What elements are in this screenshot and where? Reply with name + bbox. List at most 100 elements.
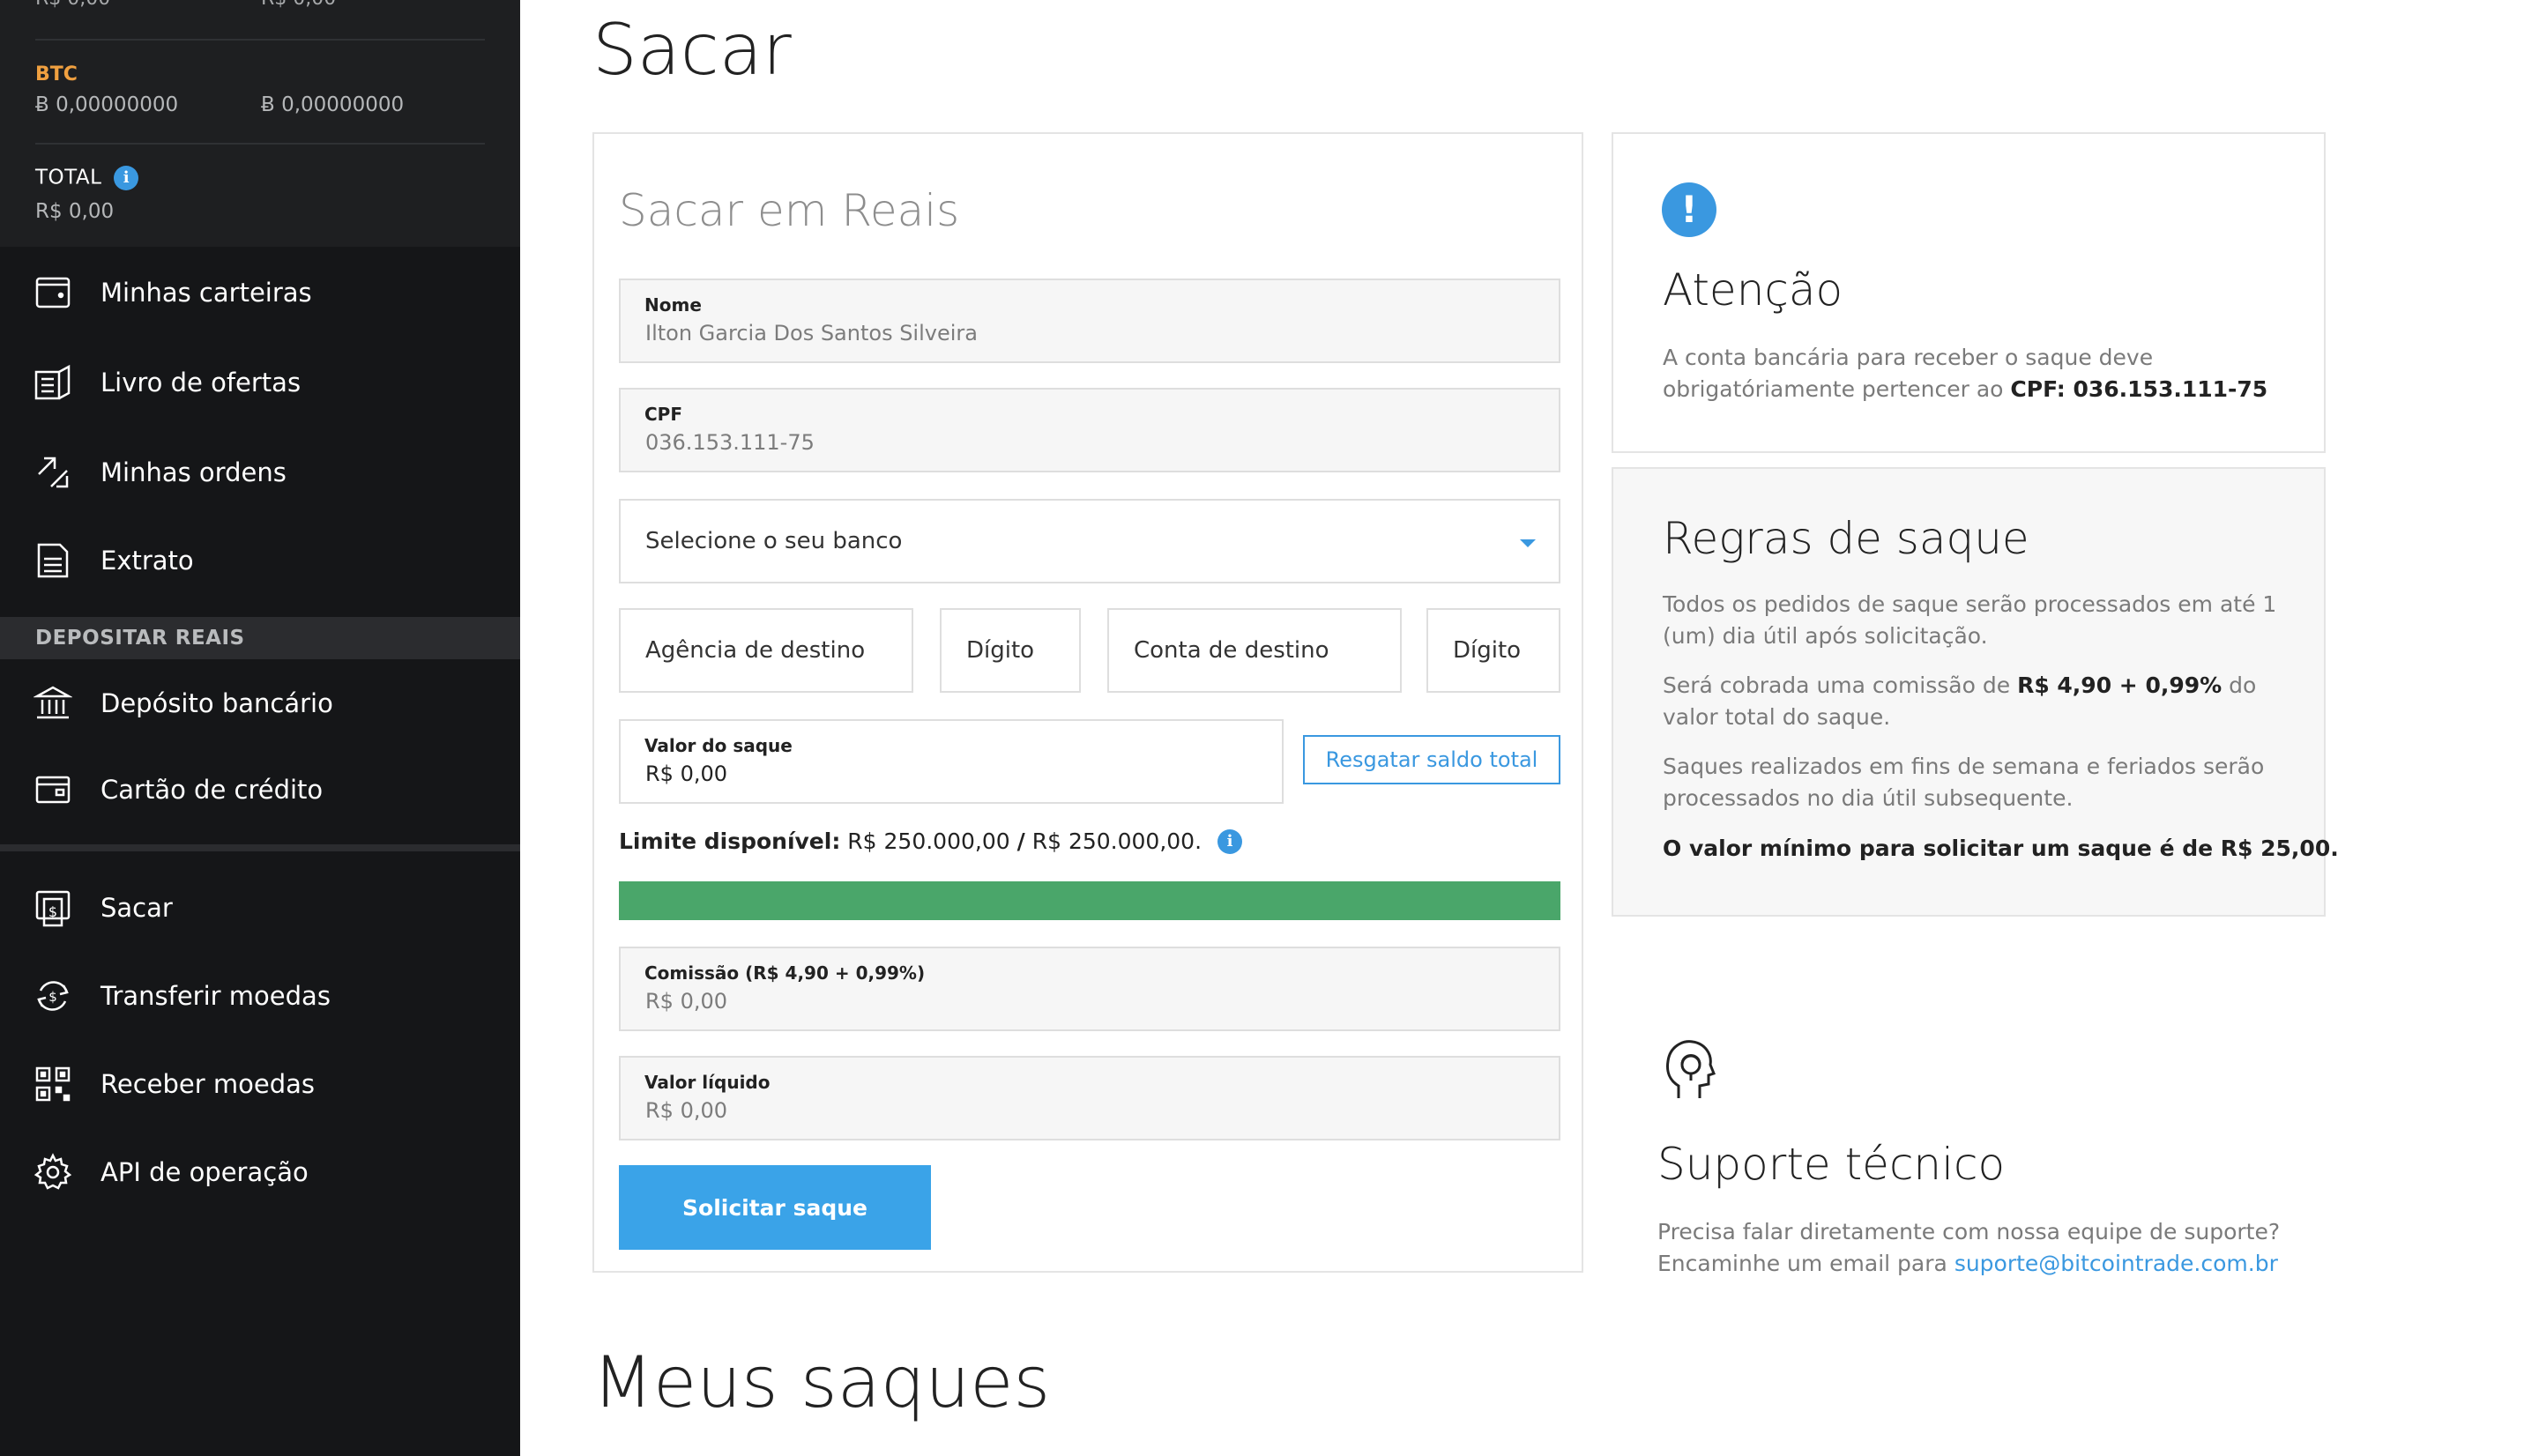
limit-progress-bar <box>619 881 1560 920</box>
bank-select[interactable]: Selecione o seu banco <box>619 499 1560 583</box>
withdraw-icon: $ <box>34 888 72 927</box>
agency-placeholder: Agência de destino <box>645 637 866 664</box>
rules-paragraph-2: Será cobrada uma comissão de R$ 4,90 + 0… <box>1663 670 2297 733</box>
divider <box>35 143 485 145</box>
net-amount-field: Valor líquido R$ 0,00 <box>619 1056 1560 1140</box>
amount-input[interactable]: Valor do saque R$ 0,00 <box>619 719 1284 804</box>
balance-panel: R$ 0,00R$ 0,00 BTC Ƀ 0,00000000Ƀ 0,00000… <box>0 0 520 247</box>
account-placeholder: Conta de destino <box>1134 637 1329 664</box>
sidebar-item-livro-de-ofertas[interactable]: Livro de ofertas <box>0 338 520 427</box>
fee-label: Comissão (R$ 4,90 + 0,99%) <box>644 962 926 984</box>
rules-p2-strong: R$ 4,90 + 0,99% <box>2017 672 2223 698</box>
bank-icon <box>34 684 72 723</box>
exchange-arrows-icon <box>34 453 72 492</box>
support-title: Suporte técnico <box>1657 1139 2006 1190</box>
form-title: Sacar em Reais <box>619 185 960 236</box>
svg-text:$: $ <box>48 989 57 1005</box>
sidebar-item-label: Receber moedas <box>101 1069 315 1099</box>
top-balance-locked: R$ 0,00 <box>261 0 487 10</box>
support-line-2: Encaminhe um email para <box>1657 1251 1947 1276</box>
support-line-1: Precisa falar diretamente com nossa equi… <box>1657 1219 2281 1244</box>
net-label: Valor líquido <box>644 1072 771 1093</box>
sidebar-item-label: Livro de ofertas <box>101 368 302 397</box>
submit-withdraw-button[interactable]: Solicitar saque <box>619 1165 931 1250</box>
support-text: Precisa falar diretamente com nossa equi… <box>1657 1216 2327 1280</box>
sidebar-item-label: Sacar <box>101 893 173 923</box>
sidebar-item-label: Minhas carteiras <box>101 278 312 308</box>
transfer-coin-icon: $ <box>34 977 72 1015</box>
attention-text: A conta bancária para receber o saque de… <box>1663 342 2315 405</box>
sidebar-item-minhas-carteiras[interactable]: Minhas carteiras <box>0 249 520 337</box>
name-field[interactable]: Nome Ilton Garcia Dos Santos Silveira <box>619 279 1560 363</box>
btc-available: Ƀ 0,00000000 <box>35 93 179 116</box>
section-header-depositar: DEPOSITAR REAIS <box>0 617 520 659</box>
limit-label: Limite disponível <box>619 828 832 854</box>
wallet-icon <box>34 273 72 312</box>
agency-input[interactable]: Agência de destino <box>619 608 913 693</box>
statement-icon <box>34 541 72 580</box>
sidebar-item-transferir-moedas[interactable]: $ Transferir moedas <box>0 952 520 1040</box>
limit-progress-fill <box>619 881 1560 920</box>
sidebar-item-minhas-ordens[interactable]: Minhas ordens <box>0 428 520 516</box>
qr-code-icon <box>34 1065 72 1103</box>
sidebar-item-label: Extrato <box>101 546 194 576</box>
credit-card-icon <box>34 770 72 809</box>
attention-cpf: CPF: 036.153.111-75 <box>2010 376 2268 402</box>
fee-value: R$ 0,00 <box>645 989 728 1014</box>
total-label: TOTAL <box>35 166 102 189</box>
divider <box>35 39 485 41</box>
sidebar-item-label: Cartão de crédito <box>101 775 324 805</box>
fee-field: Comissão (R$ 4,90 + 0,99%) R$ 0,00 <box>619 947 1560 1031</box>
btc-label: BTC <box>35 63 78 85</box>
sidebar-item-sacar[interactable]: $ Sacar <box>0 864 520 952</box>
divider <box>0 844 520 851</box>
rules-paragraph-1: Todos os pedidos de saque serão processa… <box>1663 591 2277 649</box>
sidebar-item-label: Minhas ordens <box>101 457 287 487</box>
sidebar-item-receber-moedas[interactable]: Receber moedas <box>0 1040 520 1128</box>
info-icon[interactable]: i <box>1217 828 1243 854</box>
amount-value: R$ 0,00 <box>645 761 728 786</box>
name-field-value: Ilton Garcia Dos Santos Silveira <box>645 321 978 345</box>
net-value: R$ 0,00 <box>645 1098 728 1123</box>
account-digit-placeholder: Dígito <box>1453 637 1522 664</box>
agency-digit-placeholder: Dígito <box>966 637 1035 664</box>
support-headset-icon <box>1666 1040 1716 1098</box>
limit-row: Limite disponível: R$ 250.000,00 / R$ 25… <box>619 828 1243 854</box>
btc-locked: Ƀ 0,00000000 <box>261 93 405 116</box>
rules-paragraph-3: Saques realizados em fins de semana e fe… <box>1663 754 2265 811</box>
account-input[interactable]: Conta de destino <box>1107 608 1402 693</box>
amount-label: Valor do saque <box>644 735 793 756</box>
sidebar-item-label: Transferir moedas <box>101 981 331 1011</box>
account-digit-input[interactable]: Dígito <box>1426 608 1560 693</box>
top-balance-available: R$ 0,00 <box>35 0 261 10</box>
cpf-field-label: CPF <box>644 404 682 425</box>
book-icon <box>34 363 72 402</box>
redeem-all-button[interactable]: Resgatar saldo total <box>1303 735 1560 784</box>
gear-icon <box>34 1153 72 1192</box>
sidebar-item-cartao-de-credito[interactable]: Cartão de crédito <box>0 746 520 834</box>
name-field-label: Nome <box>644 294 702 316</box>
total-label-row: TOTAL i <box>35 166 139 190</box>
btc-balance-row: Ƀ 0,00000000 Ƀ 0,00000000 <box>35 93 487 116</box>
sidebar-item-api-de-operacao[interactable]: API de operação <box>0 1128 520 1216</box>
sidebar-item-extrato[interactable]: Extrato <box>0 516 520 605</box>
bank-select-placeholder: Selecione o seu banco <box>645 528 903 554</box>
info-icon[interactable]: i <box>114 166 139 190</box>
sidebar-item-label: Depósito bancário <box>101 688 333 718</box>
limit-max: R$ 250.000,00. <box>1031 828 1202 854</box>
rules-p2-pre: Será cobrada uma comissão de <box>1663 672 2011 698</box>
rules-minimum: O valor mínimo para solicitar um saque é… <box>1663 836 2339 861</box>
cpf-field[interactable]: CPF 036.153.111-75 <box>619 388 1560 472</box>
support-email-link[interactable]: suporte@bitcointrade.com.br <box>1955 1251 2278 1276</box>
total-value: R$ 0,00 <box>35 200 115 223</box>
alert-icon: ! <box>1662 182 1716 237</box>
limit-separator: / <box>1016 828 1025 854</box>
attention-title: Atenção <box>1663 264 1843 316</box>
my-withdrawals-title: Meus saques <box>592 1341 1051 1423</box>
top-balance-row: R$ 0,00R$ 0,00 <box>35 0 487 10</box>
page-title: Sacar <box>592 9 792 91</box>
agency-digit-input[interactable]: Dígito <box>940 608 1081 693</box>
cpf-field-value: 036.153.111-75 <box>645 430 815 455</box>
sidebar-item-deposito-bancario[interactable]: Depósito bancário <box>0 659 520 747</box>
sidebar: R$ 0,00R$ 0,00 BTC Ƀ 0,00000000Ƀ 0,00000… <box>0 0 520 1456</box>
